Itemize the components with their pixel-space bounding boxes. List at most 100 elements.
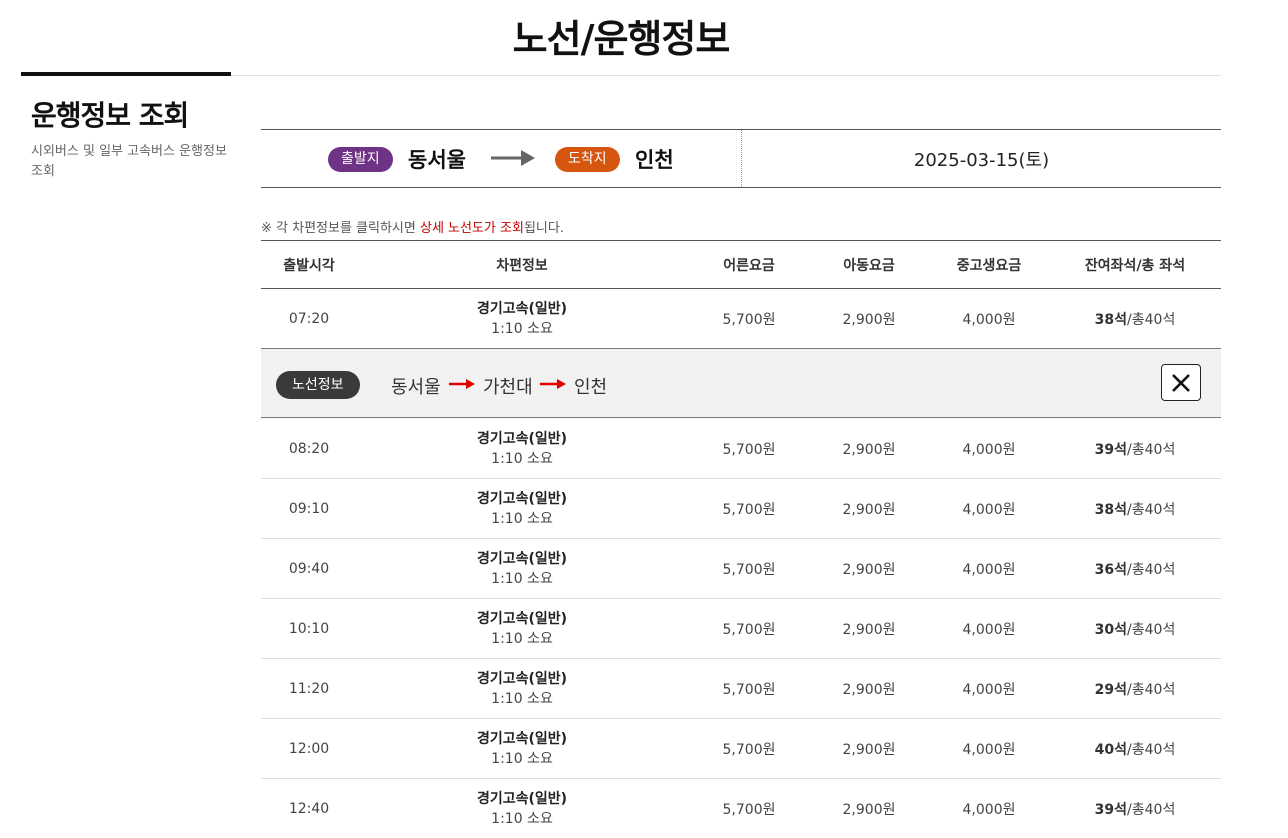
remaining-seats: 39석 (1094, 441, 1128, 458)
adult-fare: 5,700원 (722, 441, 776, 458)
travel-duration: 1:10 소요 (491, 450, 553, 467)
table-row[interactable]: 09:10 경기고속(일반) 1:10 소요 5,700원 2,900원 4,0… (261, 479, 1221, 539)
youth-fare: 4,000원 (962, 801, 1016, 818)
bus-info: 경기고속(일반) 1:10 소요 (357, 719, 687, 778)
total-seats: /총40석 (1127, 311, 1176, 328)
header-adult-fare: 어른요금 (723, 257, 775, 274)
departure-place: 동서울 (408, 148, 466, 172)
notice-prefix: ※ 각 차편정보를 클릭하시면 (261, 221, 420, 236)
youth-fare: 4,000원 (962, 621, 1016, 638)
bus-info: 경기고속(일반) 1:10 소요 (357, 289, 687, 348)
table-row[interactable]: 09:40 경기고속(일반) 1:10 소요 5,700원 2,900원 4,0… (261, 539, 1221, 599)
table-row[interactable]: 10:10 경기고속(일반) 1:10 소요 5,700원 2,900원 4,0… (261, 599, 1221, 659)
bus-company: 경기고속(일반) (476, 730, 568, 747)
child-fare: 2,900원 (842, 441, 896, 458)
remaining-seats: 40석 (1094, 741, 1128, 758)
child-fare: 2,900원 (842, 681, 896, 698)
youth-fare: 4,000원 (962, 561, 1016, 578)
child-fare: 2,900원 (842, 741, 896, 758)
total-seats: /총40석 (1127, 501, 1176, 518)
seat-availability: 38석/총40석 (1074, 289, 1196, 348)
header-child-fare: 아동요금 (843, 257, 895, 274)
travel-duration: 1:10 소요 (491, 750, 553, 767)
arrow-right-icon (449, 379, 475, 389)
close-button[interactable] (1161, 364, 1201, 401)
seat-availability: 39석/총40석 (1074, 779, 1196, 838)
arrival-place: 인천 (635, 148, 674, 172)
adult-fare: 5,700원 (722, 311, 776, 328)
child-fare: 2,900원 (842, 561, 896, 578)
table-row[interactable]: 08:20 경기고속(일반) 1:10 소요 5,700원 2,900원 4,0… (261, 419, 1221, 479)
adult-fare: 5,700원 (722, 801, 776, 818)
total-seats: /총40석 (1127, 561, 1176, 578)
header-departure-time: 출발시각 (283, 257, 335, 274)
notice-highlight: 상세 노선도가 조회 (419, 221, 524, 236)
youth-fare: 4,000원 (962, 441, 1016, 458)
table-row[interactable]: 11:20 경기고속(일반) 1:10 소요 5,700원 2,900원 4,0… (261, 659, 1221, 719)
bus-info: 경기고속(일반) 1:10 소요 (357, 599, 687, 658)
adult-fare: 5,700원 (722, 561, 776, 578)
seat-availability: 40석/총40석 (1074, 719, 1196, 778)
travel-duration: 1:10 소요 (491, 570, 553, 587)
seat-availability: 29석/총40석 (1074, 659, 1196, 718)
total-seats: /총40석 (1127, 621, 1176, 638)
youth-fare: 4,000원 (962, 501, 1016, 518)
youth-fare: 4,000원 (962, 311, 1016, 328)
table-header: 출발시각 차편정보 어른요금 아동요금 중고생요금 잔여좌석/총 좌석 (261, 240, 1221, 289)
total-seats: /총40석 (1127, 681, 1176, 698)
arrival-badge: 도착지 (555, 147, 620, 172)
adult-fare: 5,700원 (722, 681, 776, 698)
table-row[interactable]: 07:20 경기고속(일반) 1:10 소요 5,700원 2,900원 4,0… (261, 289, 1221, 349)
route-summary: 출발지 동서울 도착지 인천 2025-03-15(토) (261, 129, 1221, 188)
total-seats: /총40석 (1127, 741, 1176, 758)
bus-info: 경기고속(일반) 1:10 소요 (357, 779, 687, 838)
table-row[interactable]: 12:00 경기고속(일반) 1:10 소요 5,700원 2,900원 4,0… (261, 719, 1221, 779)
route-stop: 가천대 (483, 377, 533, 398)
travel-duration: 1:10 소요 (491, 690, 553, 707)
child-fare: 2,900원 (842, 621, 896, 638)
child-fare: 2,900원 (842, 801, 896, 818)
remaining-seats: 29석 (1094, 681, 1128, 698)
remaining-seats: 36석 (1094, 561, 1128, 578)
arrow-right-icon (540, 379, 566, 389)
departure-time: 10:10 (288, 620, 330, 637)
departure-time: 08:20 (288, 440, 330, 457)
header-seats: 잔여좌석/총 좌석 (1084, 257, 1186, 274)
close-icon (1172, 374, 1190, 392)
travel-duration: 1:10 소요 (491, 630, 553, 647)
departure-time: 07:20 (288, 310, 330, 327)
page-title: 노선/운행정보 (512, 17, 731, 61)
youth-fare: 4,000원 (962, 681, 1016, 698)
route-stop: 동서울 (391, 377, 441, 398)
title-divider (231, 75, 1221, 76)
bus-info: 경기고속(일반) 1:10 소요 (357, 479, 687, 538)
arrow-right-icon (491, 150, 535, 166)
notice-suffix: 됩니다. (523, 221, 564, 236)
departure-time: 09:40 (288, 560, 330, 577)
title-divider-active (21, 72, 231, 76)
departure-time: 12:40 (288, 800, 330, 817)
bus-company: 경기고속(일반) (476, 300, 568, 317)
youth-fare: 4,000원 (962, 741, 1016, 758)
bus-company: 경기고속(일반) (476, 610, 568, 627)
travel-duration: 1:10 소요 (491, 510, 553, 527)
bus-company: 경기고속(일반) (476, 490, 568, 507)
bus-company: 경기고속(일반) (476, 550, 568, 567)
route-detail-panel: 노선정보 동서울 가천대 인천 (261, 348, 1221, 418)
notice-text: ※ 각 차편정보를 클릭하시면 상세 노선도가 조회됩니다. (261, 217, 564, 236)
seat-availability: 30석/총40석 (1074, 599, 1196, 658)
bus-company: 경기고속(일반) (476, 430, 568, 447)
total-seats: /총40석 (1127, 801, 1176, 818)
table-row[interactable]: 12:40 경기고속(일반) 1:10 소요 5,700원 2,900원 4,0… (261, 779, 1221, 838)
remaining-seats: 38석 (1094, 311, 1128, 328)
adult-fare: 5,700원 (722, 741, 776, 758)
bus-info: 경기고속(일반) 1:10 소요 (357, 419, 687, 478)
child-fare: 2,900원 (842, 501, 896, 518)
section-description: 시외버스 및 일부 고속버스 운행정보 조회 (31, 144, 227, 179)
remaining-seats: 39석 (1094, 801, 1128, 818)
header-bus-info: 차편정보 (496, 257, 548, 274)
travel-duration: 1:10 소요 (491, 320, 553, 337)
bus-info: 경기고속(일반) 1:10 소요 (357, 539, 687, 598)
section-title: 운행정보 조회 (31, 99, 189, 132)
departure-badge: 출발지 (328, 147, 393, 172)
